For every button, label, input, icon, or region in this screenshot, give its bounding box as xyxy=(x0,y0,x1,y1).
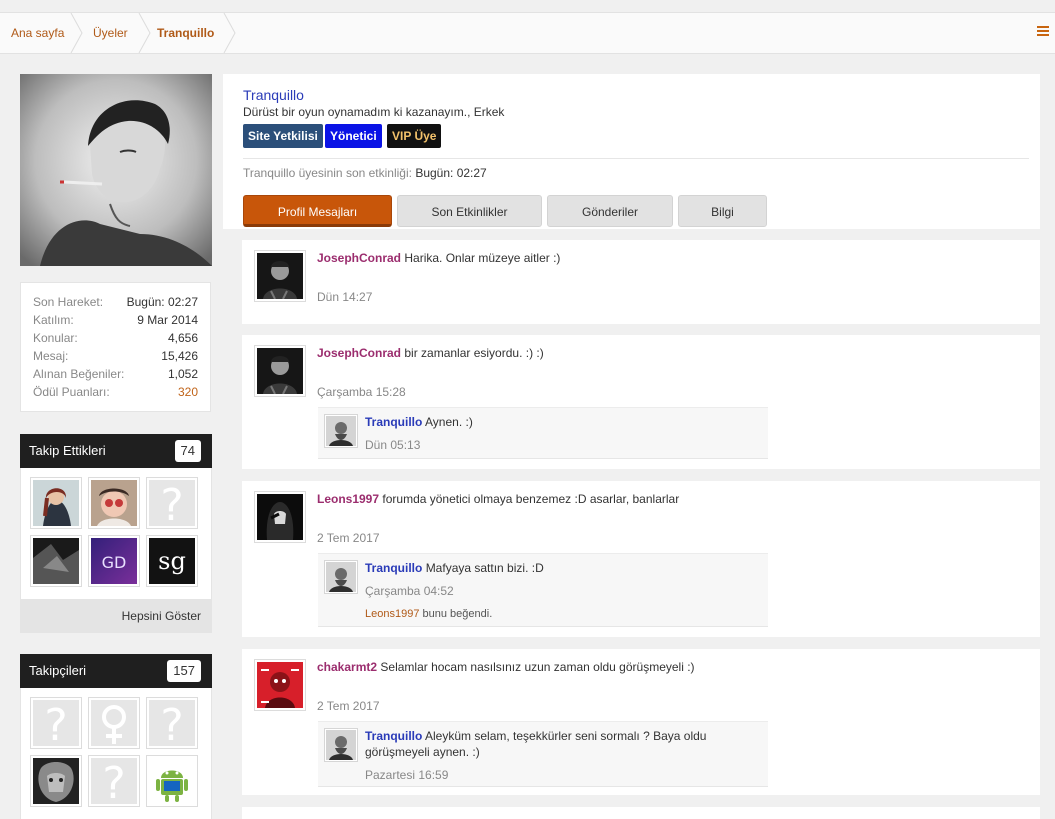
show-all-following-button[interactable]: Hepsini Göster xyxy=(20,599,212,633)
svg-text:GD: GD xyxy=(102,553,127,572)
comment-author-avatar[interactable] xyxy=(324,560,358,594)
profile-post xyxy=(242,807,1040,819)
followers-count: 157 xyxy=(167,660,201,682)
following-avatar[interactable] xyxy=(88,477,140,529)
post-author-avatar[interactable] xyxy=(254,250,306,302)
comment-date[interactable]: Pazartesi 16:59 xyxy=(365,768,448,782)
android-avatar-icon[interactable] xyxy=(146,755,198,807)
breadcrumb-bar: Ana sayfa Üyeler Tranquillo xyxy=(0,12,1055,54)
breadcrumb-home[interactable]: Ana sayfa xyxy=(11,13,64,53)
badge-vip: VIP Üye xyxy=(387,124,442,148)
divider xyxy=(243,158,1029,159)
post-author-avatar[interactable] xyxy=(254,345,306,397)
breadcrumb-separator-icon xyxy=(70,13,84,53)
profile-avatar[interactable] xyxy=(20,74,212,266)
stat-value: 9 Mar 2014 xyxy=(137,313,198,327)
svg-text:sg: sg xyxy=(158,547,186,575)
following-title: Takip Ettikleri xyxy=(29,443,106,458)
followers-header: Takipçileri 157 xyxy=(20,654,212,688)
comment-text: Tranquillo Aynen. :) xyxy=(365,415,473,429)
post-author[interactable]: JosephConrad xyxy=(317,346,401,360)
following-grid: ? GD sg xyxy=(20,468,212,599)
tab-recent-activity[interactable]: Son Etkinlikler xyxy=(397,195,542,227)
svg-text:?: ? xyxy=(102,758,125,804)
tab-postings[interactable]: Gönderiler xyxy=(547,195,673,227)
following-header: Takip Ettikleri 74 xyxy=(20,434,212,468)
badge-site-staff: Site Yetkilisi xyxy=(243,124,323,148)
member-stats: Son Hareket: Bugün: 02:27 Katılım: 9 Mar 2… xyxy=(20,282,211,412)
like-user[interactable]: Leons1997 xyxy=(365,608,419,620)
post-date[interactable]: 2 Tem 2017 xyxy=(317,531,380,545)
profile-post: Leons1997 forumda yönetici olmaya benzem… xyxy=(242,481,1040,637)
tab-profile-posts[interactable]: Profil Mesajları xyxy=(243,195,392,227)
profile-username[interactable]: Tranquillo xyxy=(243,87,304,103)
post-comment: Tranquillo Aynen. :) Dün 05:13 xyxy=(318,407,768,459)
svg-text:?: ? xyxy=(160,480,183,526)
svg-text:?: ? xyxy=(44,700,67,746)
following-avatar[interactable] xyxy=(30,477,82,529)
comment-author-avatar[interactable] xyxy=(324,728,358,762)
profile-post: JosephConrad bir zamanlar esiyordu. :) :… xyxy=(242,335,1040,469)
stat-value[interactable]: 320 xyxy=(178,383,198,401)
comment-date[interactable]: Çarşamba 04:52 xyxy=(365,584,454,598)
stat-label: Alınan Beğeniler: xyxy=(33,367,125,381)
stat-value[interactable]: 15,426 xyxy=(161,347,198,365)
comment-text: Tranquillo Mafyaya sattın bizi. :D xyxy=(365,561,544,575)
default-avatar-icon[interactable]: ? xyxy=(30,697,82,749)
stat-label: Mesaj: xyxy=(33,349,69,363)
profile-post: chakarmt2 Selamlar hocam nasılsınız uzun… xyxy=(242,649,1040,795)
comment-author[interactable]: Tranquillo xyxy=(365,561,422,575)
post-date[interactable]: 2 Tem 2017 xyxy=(317,699,380,713)
post-text: chakarmt2 Selamlar hocam nasılsınız uzun… xyxy=(317,660,695,674)
following-avatar[interactable]: GD xyxy=(88,535,140,587)
comment-author-avatar[interactable] xyxy=(324,414,358,448)
default-avatar-icon[interactable]: ? xyxy=(146,477,198,529)
stat-label: Ödül Puanları: xyxy=(33,385,110,399)
profile-header: Tranquillo Dürüst bir oyun oynamadım ki … xyxy=(223,74,1040,229)
post-author-avatar[interactable] xyxy=(254,491,306,543)
hamburger-menu-icon[interactable] xyxy=(1037,24,1049,40)
following-avatar[interactable] xyxy=(30,535,82,587)
comment-author[interactable]: Tranquillo xyxy=(365,729,422,743)
follower-avatar[interactable] xyxy=(30,755,82,807)
breadcrumb-members[interactable]: Üyeler xyxy=(93,13,128,53)
following-count: 74 xyxy=(174,440,201,462)
stat-value: 1,052 xyxy=(167,367,198,381)
last-activity: Tranquillo üyesinin son etkinliği: Bugün… xyxy=(243,166,487,180)
breadcrumb-separator-icon xyxy=(138,13,152,53)
badge-administrator: Yönetici xyxy=(325,124,382,148)
post-author[interactable]: JosephConrad xyxy=(317,251,401,265)
post-date[interactable]: Dün 14:27 xyxy=(317,290,372,304)
post-comment: Tranquillo Mafyaya sattın bizi. :D Çarşa… xyxy=(318,553,768,627)
post-author[interactable]: Leons1997 xyxy=(317,492,379,506)
default-avatar-icon[interactable]: ? xyxy=(88,755,140,807)
followers-grid: ? ? ? xyxy=(20,688,212,819)
post-date[interactable]: Çarşamba 15:28 xyxy=(317,385,406,399)
breadcrumb-separator-icon xyxy=(223,13,237,53)
stat-label: Son Hareket: xyxy=(33,295,104,309)
post-author-avatar[interactable] xyxy=(254,659,306,711)
post-text: JosephConrad Harika. Onlar müzeye aitler… xyxy=(317,251,561,265)
profile-post: JosephConrad Harika. Onlar müzeye aitler… xyxy=(242,240,1040,324)
comment-date[interactable]: Dün 05:13 xyxy=(365,438,420,452)
stat-value[interactable]: 4,656 xyxy=(168,329,198,347)
post-comment: Tranquillo Aleyküm selam, teşekkürler se… xyxy=(318,721,768,787)
post-author[interactable]: chakarmt2 xyxy=(317,660,377,674)
stat-label: Katılım: xyxy=(33,313,74,327)
svg-text:?: ? xyxy=(160,700,183,746)
following-avatar[interactable]: sg xyxy=(146,535,198,587)
comment-author[interactable]: Tranquillo xyxy=(365,415,422,429)
stat-value: Bugün: 02:27 xyxy=(126,295,198,309)
followers-title: Takipçileri xyxy=(29,663,87,678)
stat-label: Konular: xyxy=(33,331,78,345)
comment-text: Tranquillo Aleyküm selam, teşekkürler se… xyxy=(365,729,707,759)
tab-information[interactable]: Bilgi xyxy=(678,195,767,227)
default-avatar-icon[interactable]: ? xyxy=(146,697,198,749)
breadcrumb-current[interactable]: Tranquillo xyxy=(157,13,214,53)
comment-likes: Leons1997 bunu beğendi. xyxy=(365,608,493,620)
profile-tagline: Dürüst bir oyun oynamadım ki kazanayım.,… xyxy=(243,105,505,119)
post-text: Leons1997 forumda yönetici olmaya benzem… xyxy=(317,492,680,506)
female-avatar-icon[interactable] xyxy=(88,697,140,749)
post-text: JosephConrad bir zamanlar esiyordu. :) :… xyxy=(317,346,544,360)
